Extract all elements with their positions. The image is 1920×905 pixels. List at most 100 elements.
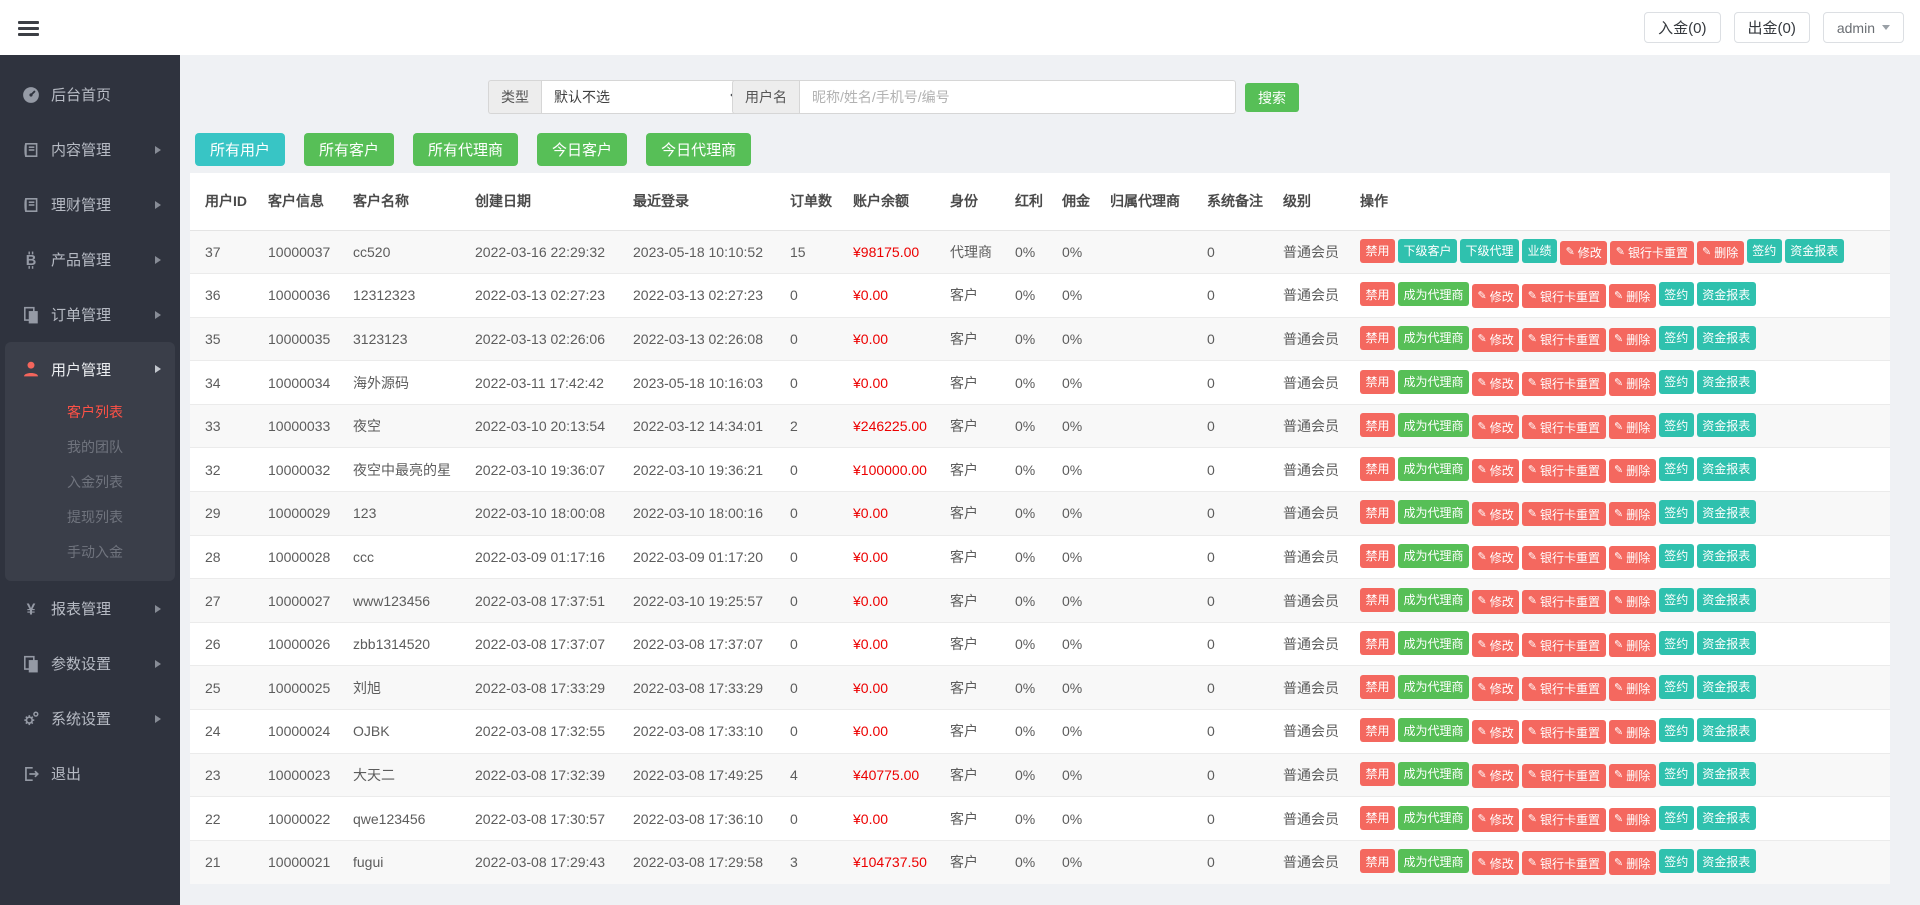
username-input[interactable] [799, 80, 1236, 114]
sign-button[interactable]: 签约 [1659, 544, 1694, 568]
funds-report-button[interactable]: 资金报表 [1697, 762, 1756, 786]
sign-button[interactable]: 签约 [1659, 849, 1694, 873]
become-agent-button[interactable]: 成为代理商 [1398, 588, 1469, 612]
sign-button[interactable]: 签约 [1659, 588, 1694, 612]
delete-button[interactable]: ✎删除 [1609, 284, 1656, 308]
become-agent-button[interactable]: 成为代理商 [1398, 631, 1469, 655]
disable-button[interactable]: 禁用 [1360, 806, 1395, 830]
delete-button[interactable]: ✎删除 [1609, 546, 1656, 570]
delete-button[interactable]: ✎删除 [1609, 415, 1656, 439]
disable-button[interactable]: 禁用 [1360, 588, 1395, 612]
delete-button[interactable]: ✎删除 [1609, 720, 1656, 744]
edit-button[interactable]: ✎修改 [1472, 633, 1519, 657]
delete-button[interactable]: ✎删除 [1609, 328, 1656, 352]
bank-card-reset-button[interactable]: ✎银行卡重置 [1522, 851, 1605, 875]
delete-button[interactable]: ✎删除 [1609, 372, 1656, 396]
funds-report-button[interactable]: 资金报表 [1697, 675, 1756, 699]
funds-report-button[interactable]: 资金报表 [1697, 413, 1756, 437]
disable-button[interactable]: 禁用 [1360, 762, 1395, 786]
bank-card-reset-button[interactable]: ✎银行卡重置 [1522, 590, 1605, 614]
sign-button[interactable]: 签约 [1747, 239, 1782, 263]
bank-card-reset-button[interactable]: ✎银行卡重置 [1522, 284, 1605, 308]
delete-button[interactable]: ✎删除 [1609, 502, 1656, 526]
bank-card-reset-button[interactable]: ✎银行卡重置 [1522, 808, 1605, 832]
today-agents-button[interactable]: 今日代理商 [646, 133, 751, 166]
edit-button[interactable]: ✎修改 [1472, 502, 1519, 526]
edit-button[interactable]: ✎修改 [1472, 459, 1519, 483]
disable-button[interactable]: 禁用 [1360, 239, 1395, 263]
all-customers-button[interactable]: 所有客户 [304, 133, 394, 166]
funds-report-button[interactable]: 资金报表 [1697, 282, 1756, 306]
sidebar-subitem[interactable]: 我的团队 [5, 429, 175, 464]
sidebar-item-content[interactable]: 内容管理 [0, 122, 180, 177]
edit-button[interactable]: ✎修改 [1472, 415, 1519, 439]
delete-button[interactable]: ✎删除 [1609, 677, 1656, 701]
sidebar-item-logout[interactable]: 退出 [0, 746, 180, 801]
bank-card-reset-button[interactable]: ✎银行卡重置 [1522, 720, 1605, 744]
sub-customers-button[interactable]: 下级客户 [1398, 239, 1457, 263]
disable-button[interactable]: 禁用 [1360, 675, 1395, 699]
bank-card-reset-button[interactable]: ✎银行卡重置 [1522, 328, 1605, 352]
disable-button[interactable]: 禁用 [1360, 282, 1395, 306]
sign-button[interactable]: 签约 [1659, 500, 1694, 524]
sidebar-item-params[interactable]: 参数设置 [0, 636, 180, 691]
deposit-button[interactable]: 入金(0) [1644, 12, 1720, 43]
become-agent-button[interactable]: 成为代理商 [1398, 500, 1469, 524]
sign-button[interactable]: 签约 [1659, 762, 1694, 786]
edit-button[interactable]: ✎修改 [1472, 590, 1519, 614]
disable-button[interactable]: 禁用 [1360, 370, 1395, 394]
sign-button[interactable]: 签约 [1659, 675, 1694, 699]
delete-button[interactable]: ✎删除 [1609, 764, 1656, 788]
edit-button[interactable]: ✎修改 [1472, 720, 1519, 744]
sidebar-subitem[interactable]: 手动入金 [5, 534, 175, 569]
sidebar-item-dashboard[interactable]: 后台首页 [0, 67, 180, 122]
sidebar-item-user[interactable]: 用户管理 [5, 344, 175, 394]
funds-report-button[interactable]: 资金报表 [1697, 588, 1756, 612]
edit-button[interactable]: ✎修改 [1472, 546, 1519, 570]
edit-button[interactable]: ✎修改 [1472, 808, 1519, 832]
edit-button[interactable]: ✎修改 [1472, 328, 1519, 352]
edit-button[interactable]: ✎修改 [1560, 241, 1607, 265]
performance-button[interactable]: 业绩 [1522, 239, 1557, 263]
sidebar-subitem[interactable]: 客户列表 [5, 394, 175, 429]
edit-button[interactable]: ✎修改 [1472, 372, 1519, 396]
become-agent-button[interactable]: 成为代理商 [1398, 544, 1469, 568]
disable-button[interactable]: 禁用 [1360, 500, 1395, 524]
funds-report-button[interactable]: 资金报表 [1785, 239, 1844, 263]
sign-button[interactable]: 签约 [1659, 370, 1694, 394]
disable-button[interactable]: 禁用 [1360, 457, 1395, 481]
bank-card-reset-button[interactable]: ✎银行卡重置 [1610, 241, 1693, 265]
delete-button[interactable]: ✎删除 [1609, 633, 1656, 657]
hamburger-menu-icon[interactable] [12, 11, 46, 45]
funds-report-button[interactable]: 资金报表 [1697, 806, 1756, 830]
funds-report-button[interactable]: 资金报表 [1697, 326, 1756, 350]
disable-button[interactable]: 禁用 [1360, 413, 1395, 437]
bank-card-reset-button[interactable]: ✎银行卡重置 [1522, 459, 1605, 483]
sidebar-item-system[interactable]: 系统设置 [0, 691, 180, 746]
sub-agents-button[interactable]: 下级代理 [1460, 239, 1519, 263]
sidebar-item-product[interactable]: B产品管理 [0, 232, 180, 287]
become-agent-button[interactable]: 成为代理商 [1398, 806, 1469, 830]
all-users-button[interactable]: 所有用户 [195, 133, 285, 166]
sign-button[interactable]: 签约 [1659, 282, 1694, 306]
disable-button[interactable]: 禁用 [1360, 544, 1395, 568]
sidebar-subitem[interactable]: 入金列表 [5, 464, 175, 499]
sign-button[interactable]: 签约 [1659, 631, 1694, 655]
become-agent-button[interactable]: 成为代理商 [1398, 718, 1469, 742]
become-agent-button[interactable]: 成为代理商 [1398, 457, 1469, 481]
sidebar-item-finance[interactable]: 理财管理 [0, 177, 180, 232]
disable-button[interactable]: 禁用 [1360, 849, 1395, 873]
become-agent-button[interactable]: 成为代理商 [1398, 413, 1469, 437]
bank-card-reset-button[interactable]: ✎银行卡重置 [1522, 633, 1605, 657]
admin-menu[interactable]: admin [1823, 12, 1904, 43]
funds-report-button[interactable]: 资金报表 [1697, 457, 1756, 481]
bank-card-reset-button[interactable]: ✎银行卡重置 [1522, 415, 1605, 439]
delete-button[interactable]: ✎删除 [1609, 590, 1656, 614]
delete-button[interactable]: ✎删除 [1697, 241, 1744, 265]
sidebar-item-order[interactable]: 订单管理 [0, 287, 180, 342]
bank-card-reset-button[interactable]: ✎银行卡重置 [1522, 372, 1605, 396]
search-button[interactable]: 搜索 [1245, 83, 1299, 112]
funds-report-button[interactable]: 资金报表 [1697, 500, 1756, 524]
withdraw-button[interactable]: 出金(0) [1734, 12, 1810, 43]
sign-button[interactable]: 签约 [1659, 413, 1694, 437]
